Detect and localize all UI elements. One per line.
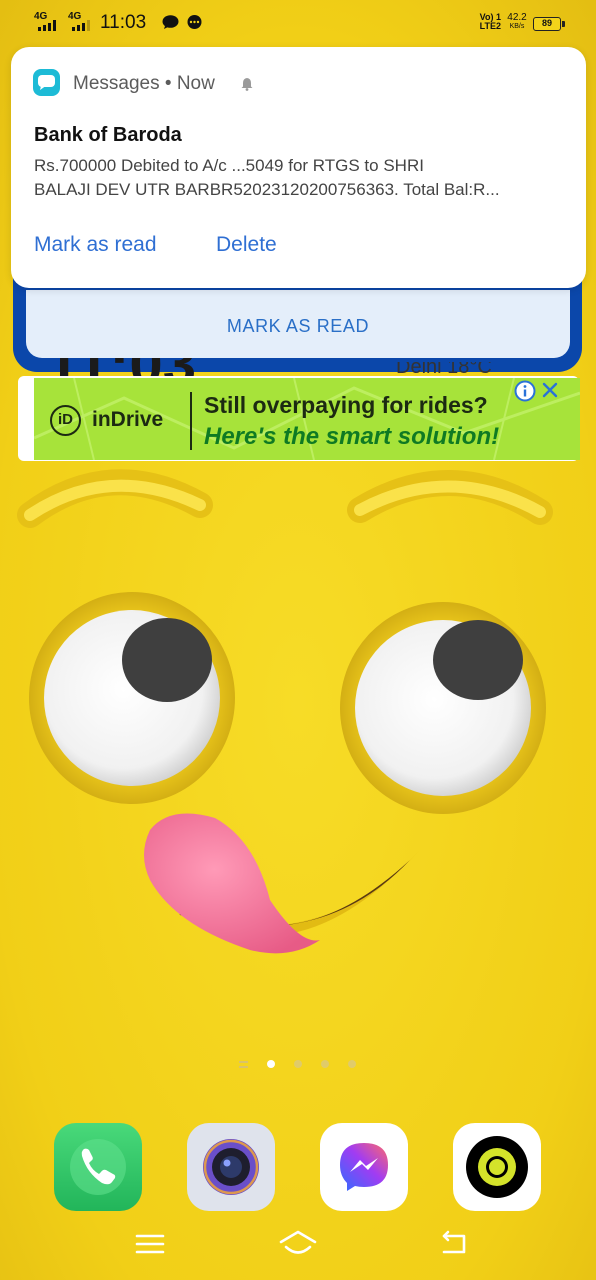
back-icon[interactable]: [434, 1226, 474, 1262]
ad-subline: Here's the smart solution!: [204, 423, 500, 450]
home-icon[interactable]: [278, 1226, 318, 1262]
notification-message: Rs.700000 Debited to A/c ...5049 for RTG…: [34, 156, 500, 199]
signal-1-icon: [38, 20, 56, 31]
phone-icon: [54, 1123, 142, 1211]
bell-icon: [241, 78, 253, 91]
page-dot-1: [267, 1060, 275, 1068]
indrive-logo-icon: iD: [50, 405, 81, 436]
ad-brand-name: inDrive: [92, 408, 164, 431]
status-time: 11:03: [100, 12, 147, 33]
page-dot-3: [321, 1060, 329, 1068]
widget-mark-as-read-button[interactable]: MARK AS READ: [26, 290, 570, 358]
ad-headline: Still overpaying for rides?: [204, 392, 488, 418]
ad-divider: [190, 392, 192, 450]
sms-notification-card[interactable]: Messages • Now Bank of Baroda Rs.700000 …: [11, 47, 586, 288]
delete-button[interactable]: Delete: [216, 233, 277, 257]
ad-banner[interactable]: iD inDrive Still overpaying for rides? H…: [18, 376, 580, 461]
signal-2-icon: [72, 20, 90, 31]
notification-header: Messages • Now: [73, 73, 215, 94]
page-indicator[interactable]: [236, 1058, 366, 1072]
camera-icon: [187, 1123, 275, 1211]
messenger-icon: [320, 1123, 408, 1211]
message-notification-icon: [187, 15, 202, 29]
messages-app-icon: [33, 69, 60, 96]
status-bar: 4G 4G 11:03 Vo) 1 LTE2 42.2 KB/s 89: [0, 0, 596, 46]
ola-app[interactable]: [453, 1123, 541, 1211]
home-feed-indicator: [239, 1061, 248, 1068]
messenger-app[interactable]: [320, 1123, 408, 1211]
network-speed: 42.2 KB/s: [507, 12, 527, 31]
page-dot-4: [348, 1060, 356, 1068]
phone-app[interactable]: [54, 1123, 142, 1211]
page-dot-2: [294, 1060, 302, 1068]
menu-icon[interactable]: [130, 1226, 170, 1262]
ola-icon: [453, 1123, 541, 1211]
chat-notification-icon: [162, 15, 179, 29]
ad-close-icon[interactable]: [541, 381, 559, 399]
notification-sender: Bank of Baroda: [34, 124, 182, 146]
ad-info-icon[interactable]: [514, 380, 536, 402]
ad-creative[interactable]: iD inDrive Still overpaying for rides? H…: [34, 378, 580, 460]
camera-app[interactable]: [187, 1123, 275, 1211]
battery-indicator: 89: [533, 17, 565, 31]
widget-mark-as-read-label: MARK AS READ: [226, 316, 370, 336]
mark-as-read-button[interactable]: Mark as read: [34, 233, 157, 257]
volte-indicator: Vo) 1 LTE2: [479, 12, 501, 31]
